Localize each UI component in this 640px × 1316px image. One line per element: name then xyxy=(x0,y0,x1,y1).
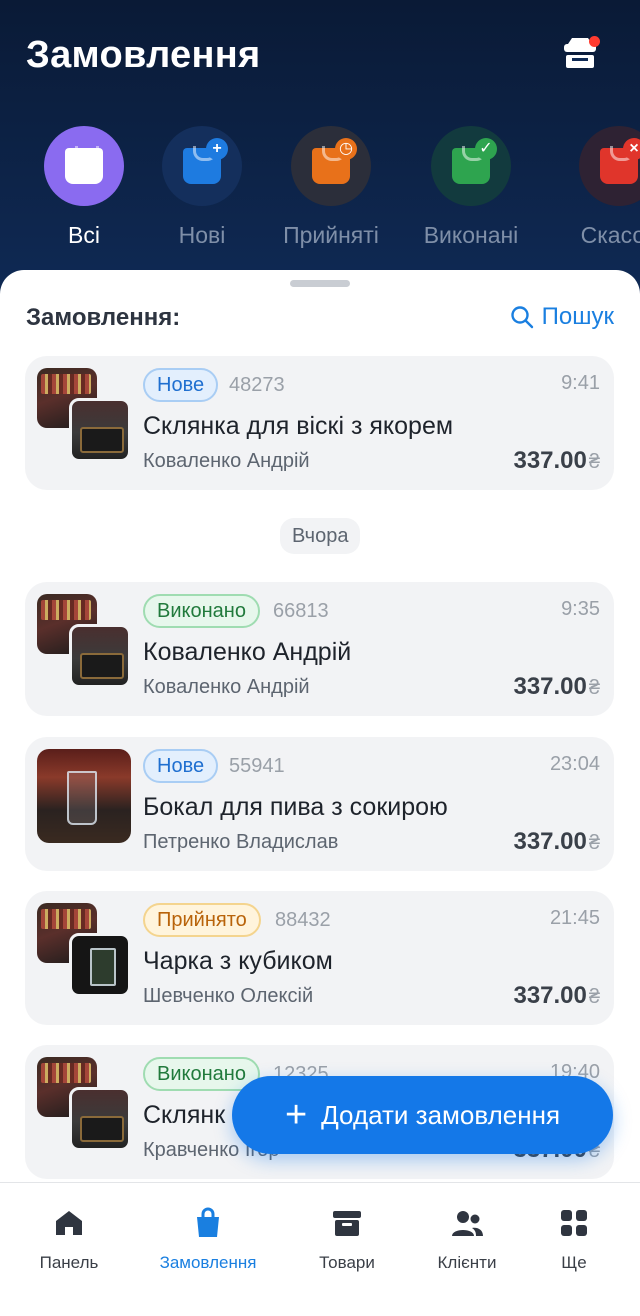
home-icon xyxy=(56,1211,82,1235)
search-button[interactable]: Пошук xyxy=(510,303,614,331)
store-button[interactable] xyxy=(560,34,604,74)
order-price: 337.00₴ xyxy=(513,828,600,855)
product-image xyxy=(69,398,131,462)
bottom-tab-bar: Панель Замовлення Товари Клієнти Ще xyxy=(0,1182,640,1316)
bag-plus-icon: + xyxy=(162,126,242,206)
filter-label: Прийняті xyxy=(283,222,379,248)
product-image xyxy=(69,624,131,688)
currency-symbol: ₴ xyxy=(588,451,600,473)
orders-sheet: Замовлення: Пошук Нове 48273 9:41 Склянк… xyxy=(0,270,640,1316)
filter-label: Виконані xyxy=(423,222,519,248)
tab-label: Товари xyxy=(319,1253,375,1272)
orders-section-title: Замовлення: xyxy=(26,304,181,331)
customer-name: Шевченко Олексій xyxy=(143,985,314,1007)
archive-box-icon xyxy=(333,1211,361,1236)
order-price: 337.00₴ xyxy=(513,673,600,700)
customer-name: Петренко Владислав xyxy=(143,831,339,853)
filter-new[interactable]: + Нові xyxy=(137,126,267,249)
filter-label: Всі xyxy=(68,222,100,248)
status-badge: Прийнято xyxy=(143,903,261,937)
product-thumbnails xyxy=(37,368,131,462)
filter-accepted[interactable]: ◷ Прийняті xyxy=(266,126,396,249)
status-badge: Виконано xyxy=(143,594,260,628)
order-time: 9:41 xyxy=(561,372,600,394)
order-card[interactable]: Прийнято 88432 21:45 Чарка з кубиком Шев… xyxy=(25,891,614,1025)
order-price: 337.00₴ xyxy=(513,447,600,474)
bag-clock-icon: ◷ xyxy=(291,126,371,206)
header: Замовлення Всі + Нові ◷ Прийняті ✓ Викон… xyxy=(0,0,640,300)
filter-label: Скасов xyxy=(580,222,640,248)
tab-more[interactable]: Ще xyxy=(509,1205,639,1273)
drag-handle[interactable] xyxy=(290,280,350,287)
shopping-bag-icon xyxy=(197,1207,219,1237)
order-number: 66813 xyxy=(273,600,329,622)
add-order-label: Додати замовлення xyxy=(321,1099,561,1130)
order-card[interactable]: Нове 55941 23:04 Бокал для пива з сокиро… xyxy=(25,737,614,871)
order-card[interactable]: Нове 48273 9:41 Склянка для віскі з якор… xyxy=(25,356,614,490)
filter-label: Нові xyxy=(178,222,226,248)
filter-all[interactable]: Всі xyxy=(19,126,149,249)
product-thumbnails xyxy=(37,903,131,997)
order-time: 9:35 xyxy=(561,598,600,620)
tab-label: Клієнти xyxy=(437,1253,497,1272)
product-name: Чарка з кубиком xyxy=(143,947,333,975)
filter-completed[interactable]: ✓ Виконані xyxy=(406,126,536,249)
tab-label: Ще xyxy=(561,1253,587,1272)
plus-icon: + xyxy=(284,1094,308,1136)
order-time: 21:45 xyxy=(549,907,600,929)
users-icon xyxy=(452,1211,483,1236)
status-filters: Всі + Нові ◷ Прийняті ✓ Виконані × Скасо xyxy=(0,126,640,256)
currency-symbol: ₴ xyxy=(588,986,600,1008)
product-thumbnails xyxy=(37,594,131,688)
bag-check-icon: ✓ xyxy=(431,126,511,206)
customer-name: Коваленко Андрій xyxy=(143,676,310,698)
order-price: 337.00₴ xyxy=(513,982,600,1009)
order-number: 48273 xyxy=(229,374,285,396)
grid-icon xyxy=(561,1210,587,1236)
product-name: Бокал для пива з сокирою xyxy=(143,793,448,821)
status-badge: Нове xyxy=(143,749,219,783)
page-title: Замовлення xyxy=(26,34,261,76)
product-name: Склянка для віскі з якорем xyxy=(143,412,454,440)
currency-symbol: ₴ xyxy=(588,832,600,854)
tab-dashboard[interactable]: Панель xyxy=(4,1205,134,1273)
order-number: 55941 xyxy=(229,755,285,777)
bag-cancel-icon: × xyxy=(579,126,640,206)
product-name: Коваленко Андрій xyxy=(143,638,352,666)
date-divider: Вчора xyxy=(280,518,361,554)
bag-icon xyxy=(44,126,124,206)
status-badge: Виконано xyxy=(143,1057,260,1091)
status-badge: Нове xyxy=(143,368,219,402)
order-number: 88432 xyxy=(275,909,331,931)
tab-products[interactable]: Товари xyxy=(282,1205,412,1273)
tab-label: Замовлення xyxy=(159,1253,257,1272)
filter-cancelled[interactable]: × Скасов xyxy=(554,126,640,249)
currency-symbol: ₴ xyxy=(588,677,600,699)
product-image xyxy=(69,933,131,997)
product-image xyxy=(69,1087,131,1151)
tab-orders[interactable]: Замовлення xyxy=(143,1205,273,1273)
search-label: Пошук xyxy=(541,303,614,330)
product-name: Склянк xyxy=(143,1101,226,1129)
product-thumbnails xyxy=(37,1057,131,1151)
tab-label: Панель xyxy=(39,1253,99,1272)
search-icon xyxy=(510,306,533,329)
product-image xyxy=(37,749,131,843)
order-card[interactable]: Виконано 66813 9:35 Коваленко Андрій Ков… xyxy=(25,582,614,716)
customer-name: Коваленко Андрій xyxy=(143,450,310,472)
add-order-button[interactable]: + Додати замовлення xyxy=(232,1076,613,1154)
order-time: 23:04 xyxy=(549,753,600,775)
notification-dot xyxy=(589,36,600,47)
